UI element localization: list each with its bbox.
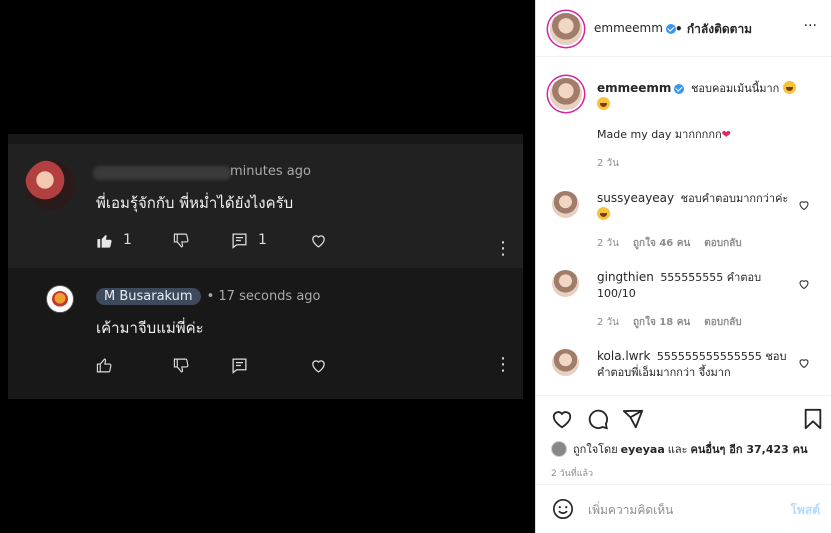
youtube-comment: minutes ago พี่เอมรุ้จักกับ พี่หม่ำได้ยั…: [8, 144, 523, 268]
avatar: [25, 160, 75, 210]
post-header: emmeemm • กำลังติดตาม ···: [536, 0, 831, 57]
comment-text: ชอบคำตอบมากกว่าค่ะ: [680, 192, 789, 205]
reply-link[interactable]: ตอบกลับ: [704, 238, 741, 249]
replies-button[interactable]: 1: [231, 232, 267, 249]
caption-time: 2 วัน: [597, 158, 619, 169]
like-button[interactable]: [96, 357, 113, 374]
creator-heart-button[interactable]: [310, 357, 327, 374]
comment-username[interactable]: sussyeayeay: [597, 191, 674, 205]
reply-button[interactable]: [231, 357, 248, 374]
comment-likes[interactable]: ถูกใจ 46 คน: [633, 238, 690, 249]
caption-username[interactable]: emmeemm: [597, 81, 685, 95]
add-comment-bar: เพิ่มความคิดเห็น โพสต์: [536, 484, 831, 533]
emoji-icon[interactable]: [552, 498, 574, 520]
comment-time: 2 วัน: [597, 238, 619, 249]
comment-body: kola.lwrk 555555555555555 ชอบคำตอบพี่เอ็…: [597, 348, 797, 381]
like-heart-icon[interactable]: [551, 408, 573, 430]
like-count: 1: [123, 232, 132, 248]
like-icon: [96, 358, 112, 372]
dislike-button[interactable]: [173, 357, 190, 374]
comment-like-icon[interactable]: [798, 357, 810, 369]
avatar[interactable]: [550, 78, 582, 110]
dislike-button[interactable]: [173, 232, 190, 249]
reply-count: 1: [258, 232, 267, 248]
share-direct-icon[interactable]: [622, 408, 644, 430]
more-options-icon[interactable]: ···: [804, 18, 817, 34]
comment-time: 2 วัน: [597, 317, 619, 328]
liked-by: ถูกใจโดย eyeyaa และ คนอื่นๆ อีก 37,423 ค…: [551, 440, 811, 458]
heart-icon: [312, 234, 325, 248]
avatar: [46, 285, 74, 313]
comment-meta: M Busarakum • 17 seconds ago: [96, 288, 321, 305]
dislike-icon: [173, 358, 189, 372]
liker-avatar[interactable]: [551, 441, 567, 457]
avatar[interactable]: [552, 349, 579, 376]
post-actions: ถูกใจโดย eyeyaa และ คนอื่นๆ อีก 37,423 ค…: [536, 395, 831, 533]
post-image: minutes ago พี่เอมรุ้จักกับ พี่หม่ำได้ยั…: [0, 0, 535, 533]
dislike-icon: [173, 233, 189, 247]
comment-username[interactable]: kola.lwrk: [597, 349, 650, 363]
post-timestamp[interactable]: 2 วันที่แล้ว: [551, 466, 593, 480]
comment-time: minutes ago: [230, 164, 311, 179]
avatar[interactable]: [552, 270, 579, 297]
post-author-username[interactable]: emmeemm: [594, 21, 676, 35]
comment-like-icon[interactable]: [798, 199, 810, 211]
youtube-comments-panel: minutes ago พี่เอมรุ้จักกับ พี่หม่ำได้ยั…: [8, 134, 523, 399]
redacted-author-name: [93, 166, 231, 180]
like-icon: [97, 234, 112, 248]
comment-bubble-icon[interactable]: [587, 408, 609, 430]
comments-list: emmeemm ชอบคอมเม้นนี้มาก Made my day มาก…: [536, 58, 831, 394]
avatar[interactable]: [550, 13, 582, 45]
author-badge[interactable]: M Busarakum: [96, 288, 201, 305]
verified-badge-icon: [674, 83, 685, 94]
like-button[interactable]: 1: [96, 232, 132, 249]
comment-text: พี่เอมรุ้จักกับ พี่หม่ำได้ยังไงครับ: [96, 194, 294, 212]
creator-heart-button[interactable]: [310, 232, 327, 249]
reply-link[interactable]: ตอบกลับ: [704, 317, 741, 328]
following-status[interactable]: • กำลังติดตาม: [675, 20, 752, 39]
laughing-emoji-icon: [782, 81, 796, 94]
heart-icon: [312, 359, 325, 373]
comment-body: sussyeayeay ชอบคำตอบมากกว่าค่ะ: [597, 190, 797, 223]
comment-meta: 2 วัน ถูกใจ 46 คน ตอบกลับ: [597, 236, 742, 251]
caption-line-2: Made my day มากกกกก❤: [597, 128, 731, 141]
laughing-emoji-icon: [597, 97, 610, 110]
caption-text: emmeemm ชอบคอมเม้นนี้มาก Made my day มาก…: [597, 80, 812, 143]
liker-username[interactable]: eyeyaa: [621, 443, 665, 456]
comment-likes[interactable]: ถูกใจ 18 คน: [633, 317, 690, 328]
others-like-count[interactable]: คนอื่นๆ อีก 37,423 คน: [691, 440, 808, 458]
post-sidebar: emmeemm • กำลังติดตาม ··· emmeemm ชอบคอม…: [535, 0, 831, 533]
comment-text: เค้ามาจีบแม่พี่ค่ะ: [96, 319, 204, 337]
comment-input[interactable]: เพิ่มความคิดเห็น: [588, 501, 673, 520]
comment-like-icon[interactable]: [798, 278, 810, 290]
comment-time: • 17 seconds ago: [206, 289, 321, 304]
more-vertical-icon[interactable]: ⋮: [494, 240, 512, 258]
comment-username[interactable]: gingthien: [597, 270, 654, 284]
save-bookmark-icon[interactable]: [802, 408, 824, 430]
reply-icon: [232, 357, 247, 374]
comment-body: gingthien 555555555 คำตอบ 100/10: [597, 269, 797, 302]
post-comment-button[interactable]: โพสต์: [791, 501, 820, 520]
laughing-emoji-icon: [597, 207, 610, 220]
red-heart-emoji-icon: ❤: [721, 128, 731, 141]
comment-meta: 2 วัน ถูกใจ 18 คน ตอบกลับ: [597, 315, 742, 330]
reply-icon: [232, 232, 247, 249]
more-vertical-icon[interactable]: ⋮: [494, 356, 512, 374]
youtube-comment: M Busarakum • 17 seconds ago เค้ามาจีบแม่…: [8, 268, 523, 399]
avatar[interactable]: [552, 191, 579, 218]
